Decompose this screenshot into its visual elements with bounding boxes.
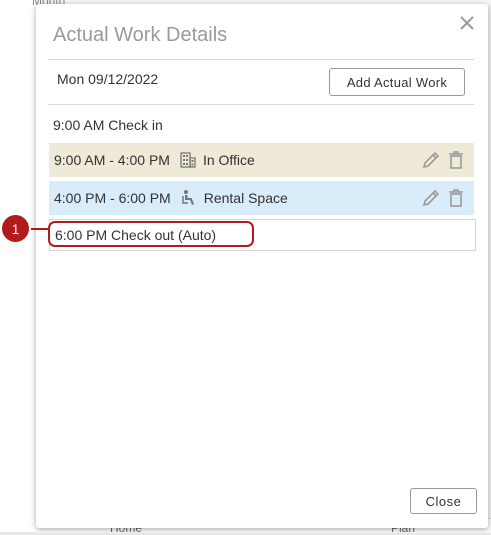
- add-actual-work-button[interactable]: Add Actual Work: [329, 68, 465, 96]
- edit-icon[interactable]: [421, 188, 441, 208]
- annotation-connector: [28, 228, 48, 230]
- delete-icon[interactable]: [446, 188, 466, 208]
- edit-icon[interactable]: [421, 150, 441, 170]
- divider: [48, 104, 474, 105]
- entry-location: In Office: [202, 152, 255, 168]
- building-icon: [179, 151, 197, 169]
- annotation-badge: 1: [2, 215, 29, 242]
- close-button[interactable]: Close: [410, 488, 477, 514]
- annotation-highlight: [48, 221, 254, 247]
- check-in-entry: 9:00 AM Check in: [53, 117, 163, 133]
- entry-time: 4:00 PM - 6:00 PM: [54, 190, 171, 206]
- seated-person-icon: [180, 189, 198, 207]
- close-icon[interactable]: [456, 12, 478, 34]
- background-left-panel: [0, 0, 37, 532]
- actual-work-details-dialog: Actual Work Details Mon 09/12/2022 Add A…: [36, 4, 488, 528]
- work-entry-rental-space[interactable]: 4:00 PM - 6:00 PM Rental Space: [49, 181, 474, 215]
- dialog-title: Actual Work Details: [53, 24, 228, 46]
- delete-icon[interactable]: [446, 150, 466, 170]
- work-entry-in-office[interactable]: 9:00 AM - 4:00 PM In Office: [49, 143, 474, 177]
- entry-time: 9:00 AM - 4:00 PM: [54, 152, 170, 168]
- entry-location: Rental Space: [203, 190, 288, 206]
- divider: [48, 59, 474, 60]
- work-date: Mon 09/12/2022: [57, 71, 159, 87]
